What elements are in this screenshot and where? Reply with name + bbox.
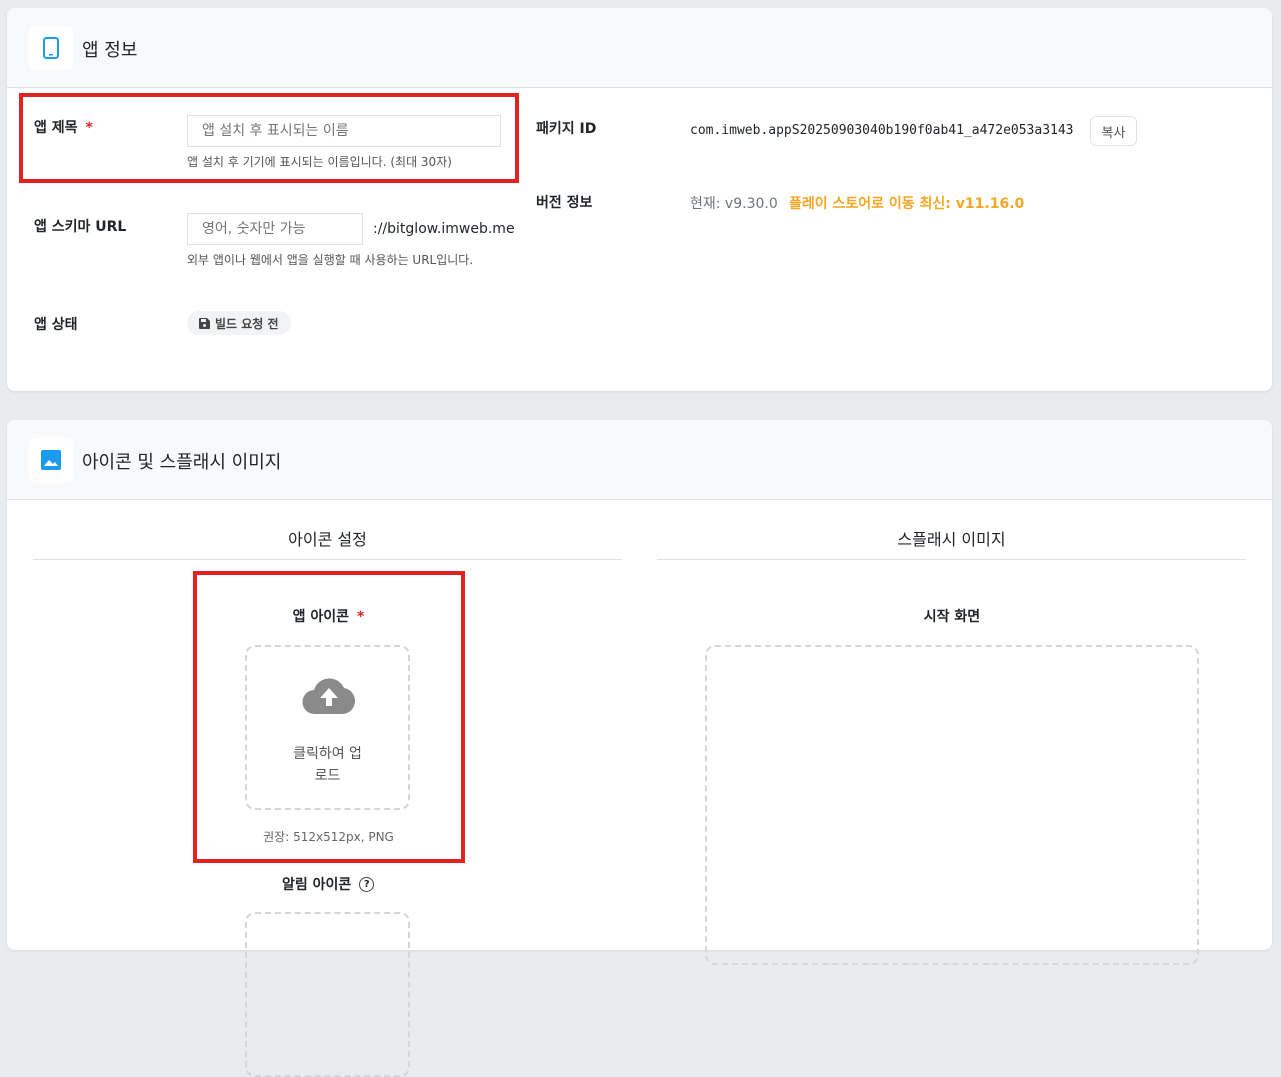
images-header: 아이콘 및 스플래시 이미지	[7, 420, 1272, 500]
version-label: 버전 정보	[536, 195, 593, 211]
start-screen-upload[interactable]	[705, 645, 1199, 965]
scheme-url-input[interactable]	[187, 213, 363, 245]
splash-title: 스플래시 이미지	[897, 530, 1006, 549]
scheme-url-help: 외부 앱이나 웹에서 앱을 실행할 때 사용하는 URL입니다.	[187, 253, 474, 267]
package-id-label: 패키지 ID	[536, 121, 597, 137]
highlight-box	[193, 571, 465, 863]
badge-text: 빌드 요청 전	[215, 316, 279, 331]
start-screen-label: 시작 화면	[923, 609, 981, 625]
icon-settings-title: 아이콘 설정	[288, 530, 367, 549]
play-store-link[interactable]: 플레이 스토어로 이동 최신: v11.16.0	[789, 193, 1024, 213]
help-icon[interactable]: ?	[359, 876, 375, 892]
scheme-url-suffix: ://bitglow.imweb.me	[373, 221, 515, 237]
package-id-value: com.imweb.appS20250903040b190f0ab41_a472…	[690, 123, 1074, 138]
image-icon	[29, 438, 73, 482]
notification-icon-label: 알림 아이콘 ?	[282, 874, 375, 894]
app-info-header: 앱 정보	[7, 8, 1272, 88]
divider	[657, 559, 1246, 560]
divider	[33, 559, 622, 560]
mobile-phone-icon	[29, 26, 73, 70]
highlight-box	[19, 93, 519, 183]
app-status-label: 앱 상태	[34, 317, 78, 333]
copy-button[interactable]: 복사	[1090, 116, 1137, 146]
images-card: 아이콘 및 스플래시 이미지 아이콘 설정 스플래시 이미지 앱 아이콘 * 클릭…	[7, 420, 1272, 1077]
app-status-badge: 빌드 요청 전	[187, 311, 291, 335]
section-title: 아이콘 및 스플래시 이미지	[82, 452, 282, 473]
scheme-url-label: 앱 스키마 URL	[34, 219, 127, 235]
floppy-disk-icon	[199, 317, 210, 329]
current-version: 현재: v9.30.0	[690, 196, 778, 212]
section-title: 앱 정보	[82, 40, 138, 61]
label-text: 알림 아이콘	[282, 877, 352, 893]
app-info-card: 앱 정보 앱 제목* 앱 설치 후 기기에 표시되는 이름입니다. (최대 30…	[7, 8, 1272, 391]
